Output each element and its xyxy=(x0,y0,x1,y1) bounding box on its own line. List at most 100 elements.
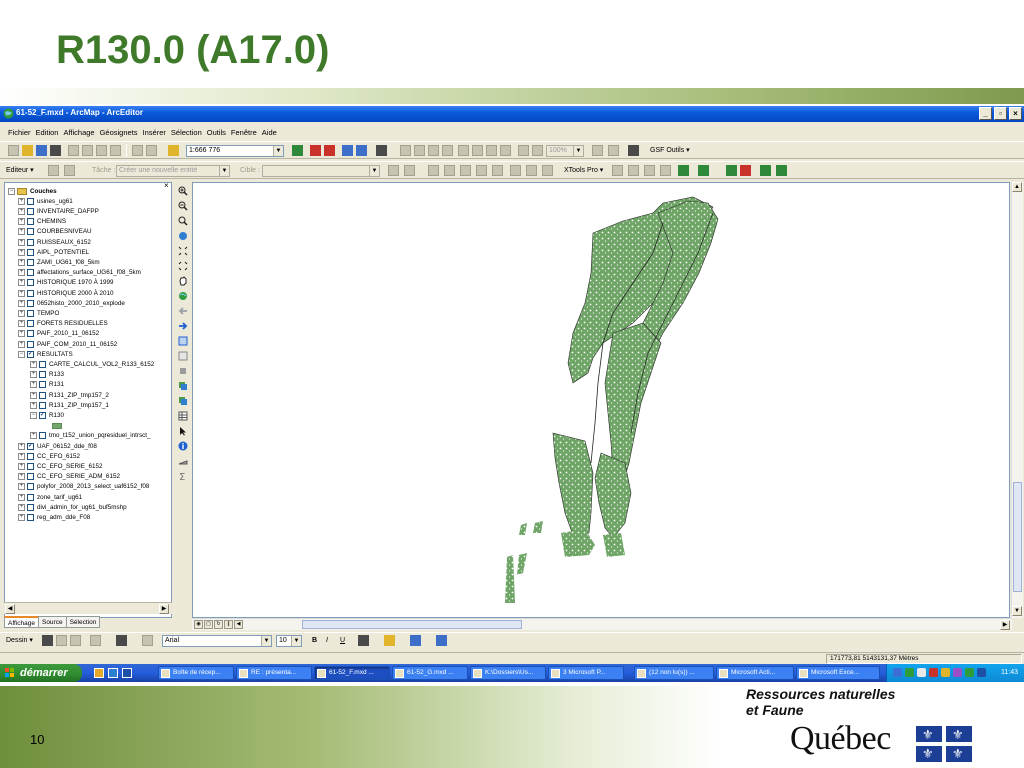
layout-icon-4[interactable] xyxy=(442,145,453,156)
toc-layer-row[interactable]: + reg_adm_dde_F08 xyxy=(18,512,90,522)
undo-icon[interactable] xyxy=(132,145,143,156)
forward-arrow-icon[interactable] xyxy=(178,321,188,331)
xtools-icon-1[interactable] xyxy=(612,165,623,176)
collapse-icon[interactable]: − xyxy=(18,350,25,358)
layout-view-page-icon[interactable]: ▢ xyxy=(204,620,213,629)
expand-icon[interactable]: + xyxy=(18,238,25,246)
edit-tool-icon-3[interactable] xyxy=(428,165,439,176)
chevron-down-icon[interactable]: ▼ xyxy=(261,636,271,646)
toc-layer-row[interactable]: − ✓ RESULTATS xyxy=(18,349,73,359)
expand-icon[interactable]: + xyxy=(18,340,25,348)
layer-visibility-checkbox[interactable] xyxy=(27,289,34,297)
layer-visibility-checkbox[interactable] xyxy=(27,483,34,491)
marker-color-icon[interactable] xyxy=(436,635,447,646)
expand-icon[interactable]: + xyxy=(18,493,25,501)
layer-visibility-checkbox[interactable] xyxy=(27,452,34,460)
quick-launch-icon-1[interactable] xyxy=(94,668,104,678)
menu-fichier[interactable]: Fichier xyxy=(8,126,31,140)
layer-visibility-checkbox[interactable] xyxy=(27,218,34,226)
xtools-icon-4[interactable] xyxy=(660,165,671,176)
toc-layer-row[interactable]: + R131_ZIP_tmp157_1 xyxy=(30,400,109,410)
menu-inserer[interactable]: Insérer xyxy=(143,126,166,140)
layer-visibility-checkbox[interactable]: ✓ xyxy=(27,442,34,450)
edit-pointer-icon[interactable] xyxy=(48,165,59,176)
open-folder-icon[interactable] xyxy=(22,145,33,156)
sum-sigma-icon[interactable]: Σ xyxy=(178,471,188,481)
menu-affichage[interactable]: Affichage xyxy=(63,126,94,140)
layout-icon-8[interactable] xyxy=(500,145,511,156)
layout-icon-10[interactable] xyxy=(532,145,543,156)
expand-icon[interactable]: + xyxy=(18,248,25,256)
expand-icon[interactable]: + xyxy=(18,309,25,317)
taskbar-item-activesync[interactable]: Microsoft Acti... xyxy=(716,666,794,680)
arctoolbox-icon[interactable] xyxy=(310,145,321,156)
window-titlebar[interactable]: 61-52_F.mxd - ArcMap - ArcEditor _ ▫ × xyxy=(0,106,1024,122)
horizontal-scroll-thumb[interactable] xyxy=(302,620,522,629)
layer-stack-icon-1[interactable] xyxy=(178,381,188,391)
close-button[interactable]: × xyxy=(1009,107,1022,120)
quick-launch-icon-2[interactable] xyxy=(108,668,118,678)
layer-visibility-checkbox[interactable] xyxy=(39,381,46,389)
taskbar-item-explorer[interactable]: K:\Dossiers\Us... xyxy=(470,666,546,680)
layer-visibility-checkbox[interactable] xyxy=(27,248,34,256)
model-builder-icon[interactable] xyxy=(356,145,367,156)
expand-icon[interactable]: + xyxy=(18,330,25,338)
expand-icon[interactable]: + xyxy=(18,269,25,277)
layer-visibility-checkbox[interactable] xyxy=(27,279,34,287)
python-window-icon[interactable] xyxy=(342,145,353,156)
font-color-icon[interactable] xyxy=(358,635,369,646)
toc-layer-row[interactable]: + CC_EFO_SERIE_6152 xyxy=(18,461,102,471)
tray-icon-3[interactable] xyxy=(917,668,926,677)
menu-edition[interactable]: Edition xyxy=(36,126,59,140)
tray-icon-8[interactable] xyxy=(977,668,986,677)
toc-layer-row[interactable]: + usines_ug61 xyxy=(18,196,73,206)
expand-icon[interactable]: + xyxy=(18,442,25,450)
info-green-icon[interactable] xyxy=(726,165,737,176)
toc-layer-row[interactable]: + INVENTAIRE_DAFPP xyxy=(18,206,99,216)
font-name-combo[interactable]: Arial ▼ xyxy=(162,635,272,647)
edit-tool-icon-7[interactable] xyxy=(492,165,503,176)
table-green-icon[interactable] xyxy=(678,165,689,176)
fill-color-icon[interactable] xyxy=(384,635,395,646)
taskbar-item-unread[interactable]: (12 non lu(s)) ... xyxy=(634,666,714,680)
expand-icon[interactable]: + xyxy=(18,258,25,266)
toc-layer-row[interactable]: + COURBESNIVEAU xyxy=(18,227,92,237)
edit-tool-icon-1[interactable] xyxy=(388,165,399,176)
command-line-icon[interactable] xyxy=(324,145,335,156)
edit-tool-icon-5[interactable] xyxy=(460,165,471,176)
expand-icon[interactable]: + xyxy=(18,473,25,481)
layer-visibility-checkbox[interactable] xyxy=(27,258,34,266)
new-document-icon[interactable] xyxy=(8,145,19,156)
maximize-button[interactable]: ▫ xyxy=(994,107,1007,120)
menu-aide[interactable]: Aide xyxy=(262,126,277,140)
layout-icon-11[interactable] xyxy=(592,145,603,156)
toc-layer-row[interactable]: + polyfor_2008_2013_select_uaf6152_f08 xyxy=(18,482,149,492)
gsf-building-icon[interactable] xyxy=(628,145,639,156)
select-elements-icon[interactable] xyxy=(178,366,188,376)
menu-outils[interactable]: Outils xyxy=(207,126,226,140)
scroll-left-arrow-icon[interactable]: ◀ xyxy=(234,620,243,629)
expand-icon[interactable]: + xyxy=(18,279,25,287)
toc-horizontal-scrollbar[interactable]: ◀ ▶ xyxy=(4,602,172,614)
cut-icon[interactable] xyxy=(68,145,79,156)
layer-visibility-checkbox[interactable] xyxy=(27,493,34,501)
expand-icon[interactable]: + xyxy=(18,289,25,297)
map-scale-combo[interactable]: 1:666 776 ▼ xyxy=(186,145,284,157)
whats-this-icon[interactable] xyxy=(376,145,387,156)
task-combo[interactable]: Créer une nouvelle entité ▼ xyxy=(116,165,230,177)
scroll-up-arrow-icon[interactable]: ▲ xyxy=(1012,182,1022,192)
text-a-icon[interactable] xyxy=(116,635,127,646)
quick-launch-icon-3[interactable] xyxy=(122,668,132,678)
zoom-in-icon[interactable] xyxy=(178,186,188,196)
toc-layer-row[interactable]: + HISTORIQUE 1970 À 1999 xyxy=(18,278,114,288)
dessin-menu[interactable]: Dessin ▾ xyxy=(6,636,33,646)
target-combo[interactable]: ▼ xyxy=(262,165,380,177)
tray-icon-2[interactable] xyxy=(905,668,914,677)
toc-layer-row[interactable]: − ✓ R130 xyxy=(30,410,64,420)
toc-layer-row[interactable]: + HISTORIQUE 2000 À 2010 xyxy=(18,288,114,298)
expand-icon[interactable]: + xyxy=(30,391,37,399)
close-icon[interactable]: × xyxy=(164,182,172,190)
edit-tool-icon-2[interactable] xyxy=(404,165,415,176)
scroll-down-arrow-icon[interactable]: ▼ xyxy=(1012,606,1022,616)
fixed-zoom-in-icon[interactable] xyxy=(178,246,188,256)
